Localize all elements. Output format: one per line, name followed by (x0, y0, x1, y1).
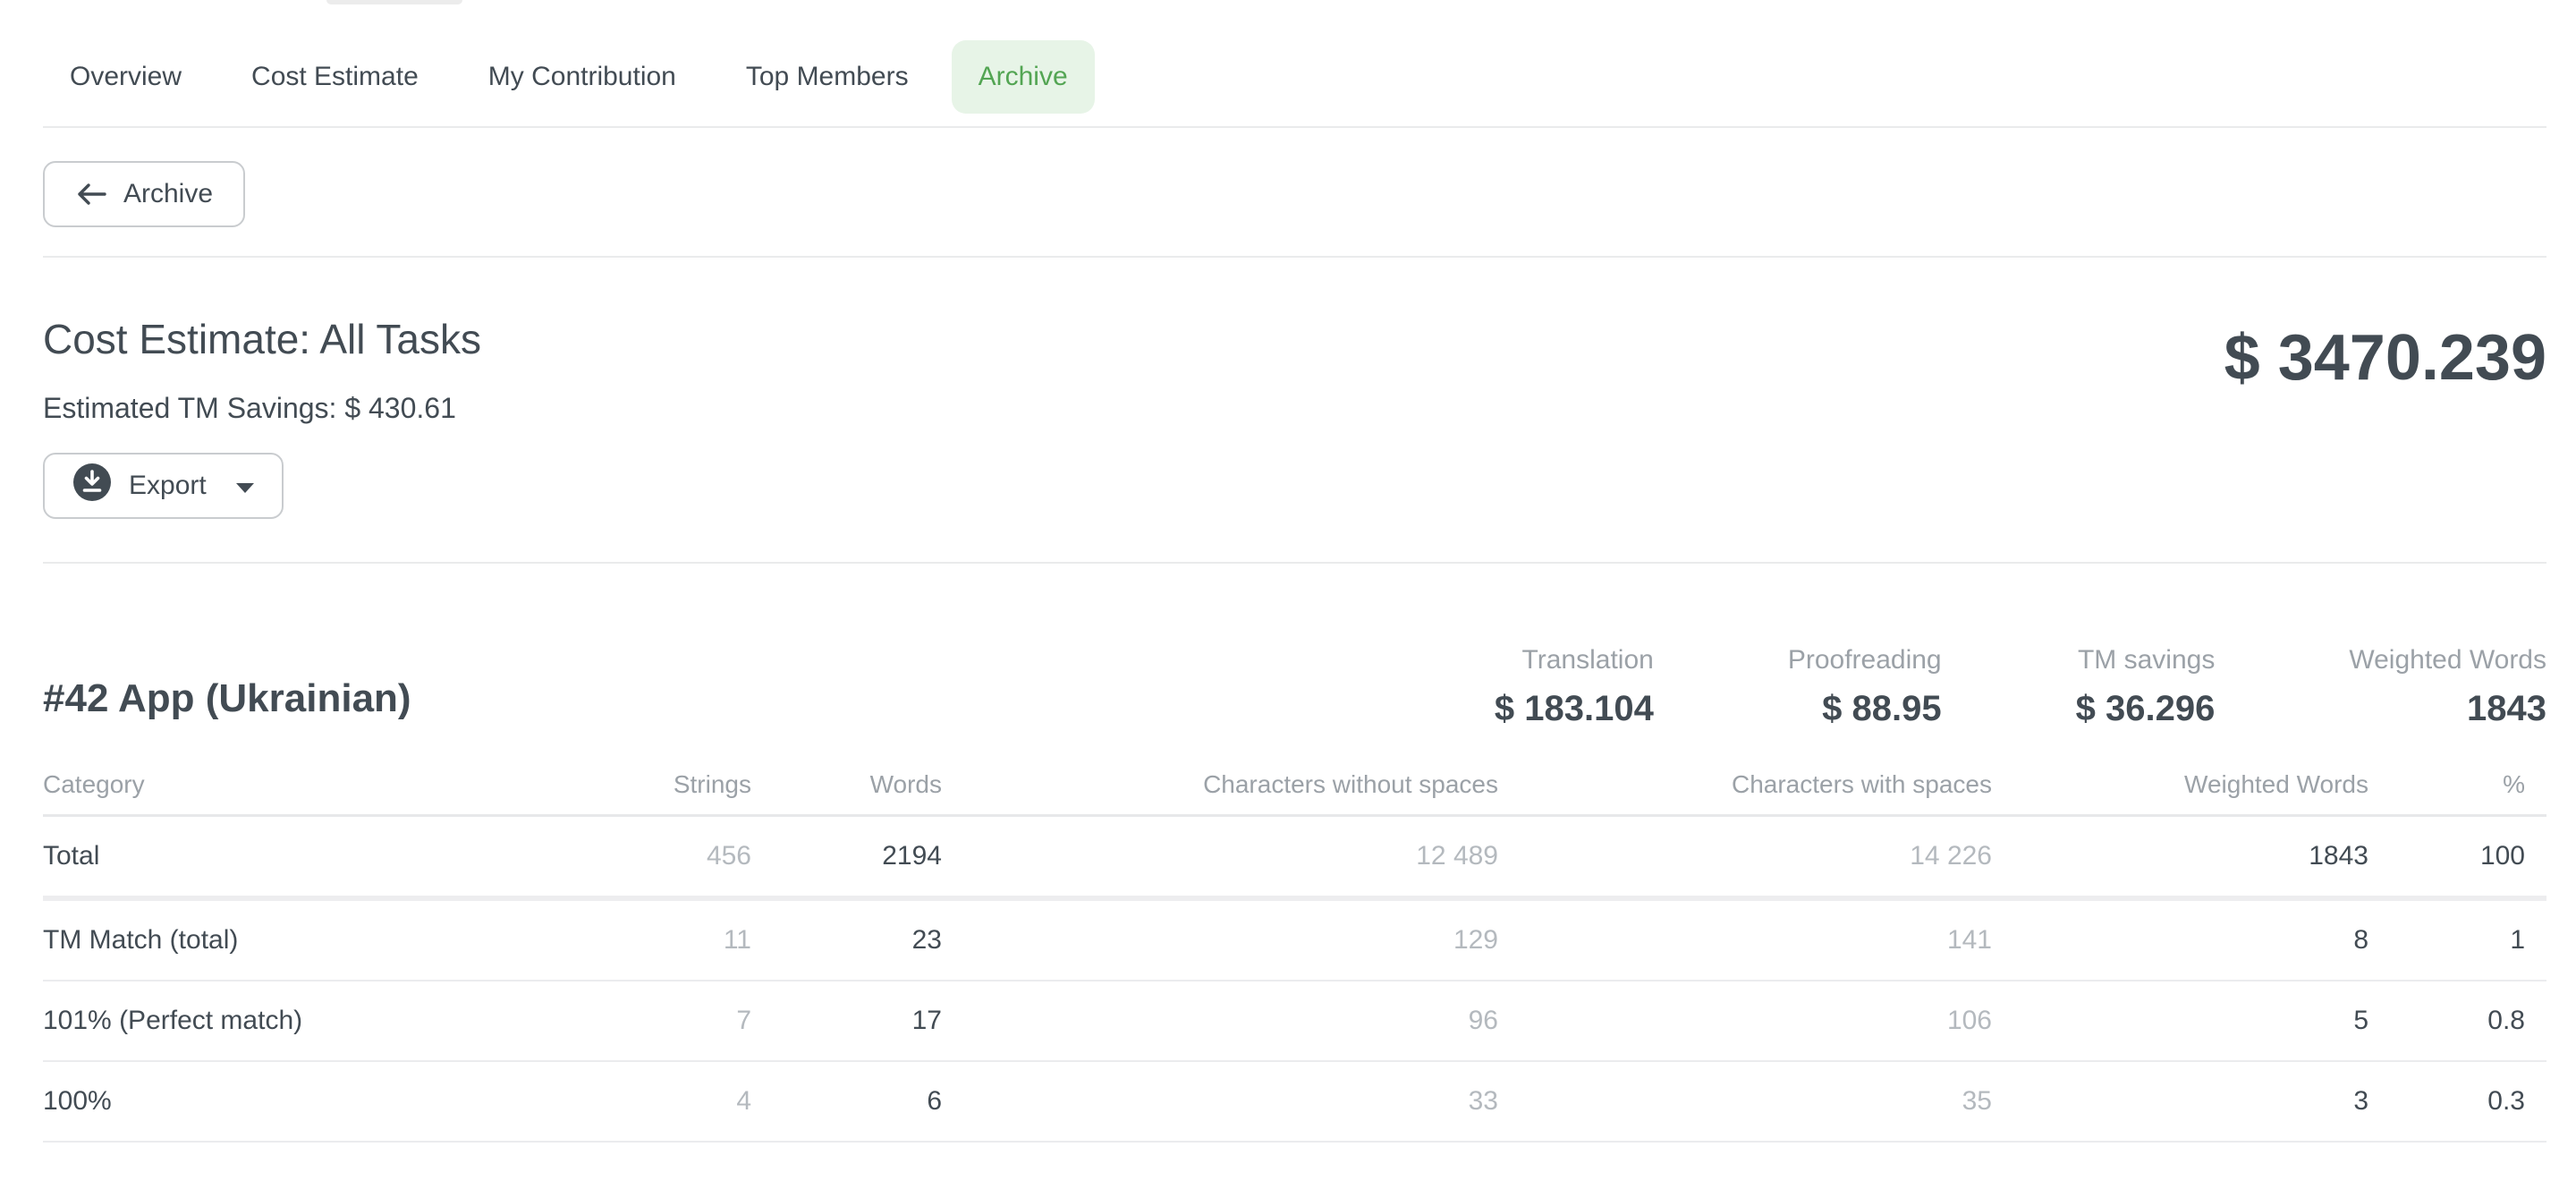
summary-section: Cost Estimate: All Tasks Estimated TM Sa… (43, 258, 2546, 426)
cell-chars-without: 96 (942, 981, 1498, 1061)
cell-weighted: 3 (1992, 1061, 2368, 1142)
cell-chars-with: 141 (1498, 898, 1992, 981)
cell-category: 101% (Perfect match) (43, 981, 580, 1061)
cell-weighted: 1843 (1992, 816, 2368, 899)
task-title: #42 App (Ukrainian) (43, 676, 411, 730)
stat-proofreading-value: $ 88.95 (1788, 687, 1942, 730)
header-percent: % (2368, 755, 2546, 816)
cell-strings: 7 (580, 981, 751, 1061)
tab-my-contribution[interactable]: My Contribution (462, 40, 703, 114)
table-row: 100% 4 6 33 35 3 0.3 (43, 1061, 2546, 1142)
stat-proofreading: Proofreading $ 88.95 (1788, 644, 1942, 730)
header-words: Words (751, 755, 942, 816)
cell-weighted: 5 (1992, 981, 2368, 1061)
header-category: Category (43, 755, 580, 816)
archive-back-label: Archive (123, 179, 213, 209)
tab-cost-estimate[interactable]: Cost Estimate (225, 40, 445, 114)
cell-percent: 0.3 (2368, 1061, 2546, 1142)
task-section-header: #42 App (Ukrainian) Translation $ 183.10… (43, 564, 2546, 730)
stat-weighted-words-value: 1843 (2349, 687, 2546, 730)
stat-weighted-words: Weighted Words 1843 (2349, 644, 2546, 730)
cell-strings: 4 (580, 1061, 751, 1142)
tab-bar: Overview Cost Estimate My Contribution T… (43, 0, 2546, 128)
page-title: Cost Estimate: All Tasks (43, 313, 2546, 365)
export-row: Export (43, 453, 2546, 564)
chevron-down-icon (235, 471, 255, 501)
cell-chars-with: 14 226 (1498, 816, 1992, 899)
stat-tm-savings-value: $ 36.296 (2076, 687, 2216, 730)
back-row: Archive (43, 128, 2546, 258)
cell-category: 100% (43, 1061, 580, 1142)
archive-back-button[interactable]: Archive (43, 161, 245, 227)
cell-strings: 11 (580, 898, 751, 981)
cost-estimate-table: Category Strings Words Characters withou… (43, 755, 2546, 1143)
table-row: 101% (Perfect match) 7 17 96 106 5 0.8 (43, 981, 2546, 1061)
stat-translation-value: $ 183.104 (1495, 687, 1654, 730)
stat-tm-savings-label: TM savings (2076, 644, 2216, 676)
cell-chars-without: 33 (942, 1061, 1498, 1142)
stat-weighted-words-label: Weighted Words (2349, 644, 2546, 676)
cell-words: 6 (751, 1061, 942, 1142)
cell-chars-with: 106 (1498, 981, 1992, 1061)
download-circle-icon (72, 462, 113, 510)
cutoff-element (326, 0, 462, 4)
arrow-left-icon (75, 181, 107, 208)
table-row: TM Match (total) 11 23 129 141 8 1 (43, 898, 2546, 981)
cell-chars-without: 12 489 (942, 816, 1498, 899)
tab-archive[interactable]: Archive (952, 40, 1095, 114)
stat-proofreading-label: Proofreading (1788, 644, 1942, 676)
stat-translation-label: Translation (1495, 644, 1654, 676)
table-row: Total 456 2194 12 489 14 226 1843 100 (43, 816, 2546, 899)
cell-words: 2194 (751, 816, 942, 899)
cell-chars-without: 129 (942, 898, 1498, 981)
task-stats: Translation $ 183.104 Proofreading $ 88.… (1495, 644, 2546, 730)
tm-savings-text: Estimated TM Savings: $ 430.61 (43, 390, 2546, 426)
export-button[interactable]: Export (43, 453, 284, 519)
cell-words: 17 (751, 981, 942, 1061)
tab-overview[interactable]: Overview (43, 40, 208, 114)
cell-weighted: 8 (1992, 898, 2368, 981)
stat-translation: Translation $ 183.104 (1495, 644, 1654, 730)
cell-category: Total (43, 816, 580, 899)
grand-total-value: $ 3470.239 (2224, 322, 2546, 394)
header-strings: Strings (580, 755, 751, 816)
cell-words: 23 (751, 898, 942, 981)
header-chars-without-spaces: Characters without spaces (942, 755, 1498, 816)
cell-percent: 0.8 (2368, 981, 2546, 1061)
tab-top-members[interactable]: Top Members (719, 40, 936, 114)
header-weighted-words: Weighted Words (1992, 755, 2368, 816)
header-chars-with-spaces: Characters with spaces (1498, 755, 1992, 816)
cell-category: TM Match (total) (43, 898, 580, 981)
stat-tm-savings: TM savings $ 36.296 (2076, 644, 2216, 730)
cell-strings: 456 (580, 816, 751, 899)
table-header-row: Category Strings Words Characters withou… (43, 755, 2546, 816)
cell-chars-with: 35 (1498, 1061, 1992, 1142)
cell-percent: 100 (2368, 816, 2546, 899)
cell-percent: 1 (2368, 898, 2546, 981)
export-label: Export (129, 471, 207, 501)
